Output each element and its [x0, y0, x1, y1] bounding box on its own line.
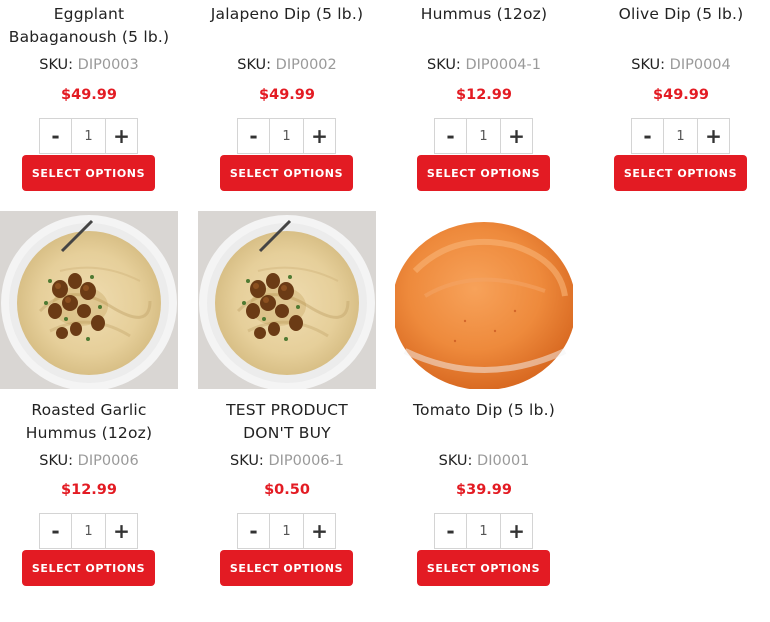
- select-options-button[interactable]: SELECT OPTIONS: [417, 155, 550, 191]
- increase-quantity-button[interactable]: +: [105, 513, 138, 549]
- sku-label: SKU:: [230, 453, 264, 469]
- select-options-button[interactable]: SELECT OPTIONS: [22, 155, 155, 191]
- product-card: Roasted Garlic Hummus (12oz) SKU: DIP000…: [0, 211, 178, 591]
- product-price: $12.99: [61, 482, 117, 498]
- hummus-bowl-image[interactable]: [0, 211, 178, 389]
- product-name[interactable]: Roasted Garlic Hummus (12oz): [0, 399, 178, 445]
- product-name-line: Jalapeno Dip (5 lb.): [210, 5, 364, 23]
- product-name[interactable]: Hummus (12oz): [395, 3, 573, 26]
- product-price: $0.50: [264, 482, 310, 498]
- product-name[interactable]: Eggplant Babaganoush (5 lb.): [0, 3, 178, 49]
- sku-label: SKU:: [631, 57, 666, 73]
- sku-value: DIP0003: [77, 57, 139, 73]
- product-name-line: DON'T BUY: [243, 424, 331, 442]
- sku-label: SKU:: [438, 453, 473, 469]
- quantity-input[interactable]: 1: [467, 513, 500, 549]
- product-sku: SKU: DIP0004: [592, 57, 770, 73]
- quantity-stepper: - 1 +: [39, 513, 139, 549]
- quantity-stepper: - 1 +: [631, 118, 731, 154]
- quantity-input[interactable]: 1: [72, 118, 105, 154]
- product-sku: SKU: DIP0003: [0, 57, 178, 73]
- select-options-button[interactable]: SELECT OPTIONS: [220, 155, 353, 191]
- product-name-line: Babaganoush (5 lb.): [8, 28, 170, 46]
- product-sku: SKU: DIP0006: [0, 453, 178, 469]
- product-price: $39.99: [456, 482, 512, 498]
- quantity-stepper: - 1 +: [434, 118, 534, 154]
- product-name-line: Eggplant: [53, 5, 125, 23]
- product-card: Tomato Dip (5 lb.) SKU: DI0001 $39.99 - …: [395, 211, 573, 591]
- decrease-quantity-button[interactable]: -: [39, 513, 72, 549]
- increase-quantity-button[interactable]: +: [500, 513, 533, 549]
- quantity-input[interactable]: 1: [270, 513, 303, 549]
- select-options-button[interactable]: SELECT OPTIONS: [220, 550, 353, 586]
- sku-value: DI0001: [477, 453, 530, 469]
- quantity-input[interactable]: 1: [664, 118, 697, 154]
- sku-label: SKU:: [39, 453, 74, 469]
- select-options-button[interactable]: SELECT OPTIONS: [417, 550, 550, 586]
- product-name[interactable]: Tomato Dip (5 lb.): [395, 399, 573, 422]
- product-name-line: Roasted Garlic: [31, 401, 147, 419]
- product-card: Jalapeno Dip (5 lb.) SKU: DIP0002 $49.99…: [198, 0, 376, 200]
- product-name[interactable]: Olive Dip (5 lb.): [592, 3, 770, 26]
- increase-quantity-button[interactable]: +: [303, 118, 336, 154]
- select-options-button[interactable]: SELECT OPTIONS: [614, 155, 747, 191]
- product-card: TEST PRODUCT DON'T BUY SKU: DIP0006-1 $0…: [198, 211, 376, 591]
- product-name[interactable]: TEST PRODUCT DON'T BUY: [198, 399, 376, 445]
- sku-value: DIP0002: [275, 57, 337, 73]
- sku-value: DIP0006-1: [268, 453, 344, 469]
- quantity-input[interactable]: 1: [72, 513, 105, 549]
- product-name-line: TEST PRODUCT: [226, 401, 348, 419]
- increase-quantity-button[interactable]: +: [105, 118, 138, 154]
- decrease-quantity-button[interactable]: -: [631, 118, 664, 154]
- product-name[interactable]: Jalapeno Dip (5 lb.): [198, 3, 376, 26]
- sku-value: DIP0004-1: [465, 57, 541, 73]
- product-sku: SKU: DI0001: [395, 453, 573, 469]
- product-price: $49.99: [61, 87, 117, 103]
- quantity-input[interactable]: 1: [270, 118, 303, 154]
- increase-quantity-button[interactable]: +: [500, 118, 533, 154]
- product-card: Olive Dip (5 lb.) SKU: DIP0004 $49.99 - …: [592, 0, 770, 200]
- product-card: Hummus (12oz) SKU: DIP0004-1 $12.99 - 1 …: [395, 0, 573, 200]
- product-name-line: Olive Dip (5 lb.): [618, 5, 744, 23]
- product-name-line: Hummus (12oz): [25, 424, 153, 442]
- product-price: $49.99: [653, 87, 709, 103]
- decrease-quantity-button[interactable]: -: [434, 118, 467, 154]
- decrease-quantity-button[interactable]: -: [237, 118, 270, 154]
- quantity-stepper: - 1 +: [237, 513, 337, 549]
- sku-label: SKU:: [237, 57, 272, 73]
- tomato-dip-bowl-image[interactable]: [395, 211, 573, 389]
- decrease-quantity-button[interactable]: -: [39, 118, 72, 154]
- sku-value: DIP0004: [669, 57, 731, 73]
- increase-quantity-button[interactable]: +: [697, 118, 730, 154]
- product-price: $12.99: [456, 87, 512, 103]
- product-sku: SKU: DIP0006-1: [198, 453, 376, 469]
- select-options-button[interactable]: SELECT OPTIONS: [22, 550, 155, 586]
- quantity-stepper: - 1 +: [237, 118, 337, 154]
- product-sku: SKU: DIP0004-1: [395, 57, 573, 73]
- hummus-bowl-image[interactable]: [198, 211, 376, 389]
- sku-value: DIP0006: [77, 453, 139, 469]
- product-price: $49.99: [259, 87, 315, 103]
- product-name-line: Tomato Dip (5 lb.): [413, 401, 555, 419]
- product-card: Eggplant Babaganoush (5 lb.) SKU: DIP000…: [0, 0, 178, 200]
- product-name-line: Hummus (12oz): [420, 5, 548, 23]
- quantity-stepper: - 1 +: [39, 118, 139, 154]
- sku-label: SKU:: [39, 57, 74, 73]
- decrease-quantity-button[interactable]: -: [434, 513, 467, 549]
- quantity-input[interactable]: 1: [467, 118, 500, 154]
- decrease-quantity-button[interactable]: -: [237, 513, 270, 549]
- product-sku: SKU: DIP0002: [198, 57, 376, 73]
- quantity-stepper: - 1 +: [434, 513, 534, 549]
- sku-label: SKU:: [427, 57, 461, 73]
- increase-quantity-button[interactable]: +: [303, 513, 336, 549]
